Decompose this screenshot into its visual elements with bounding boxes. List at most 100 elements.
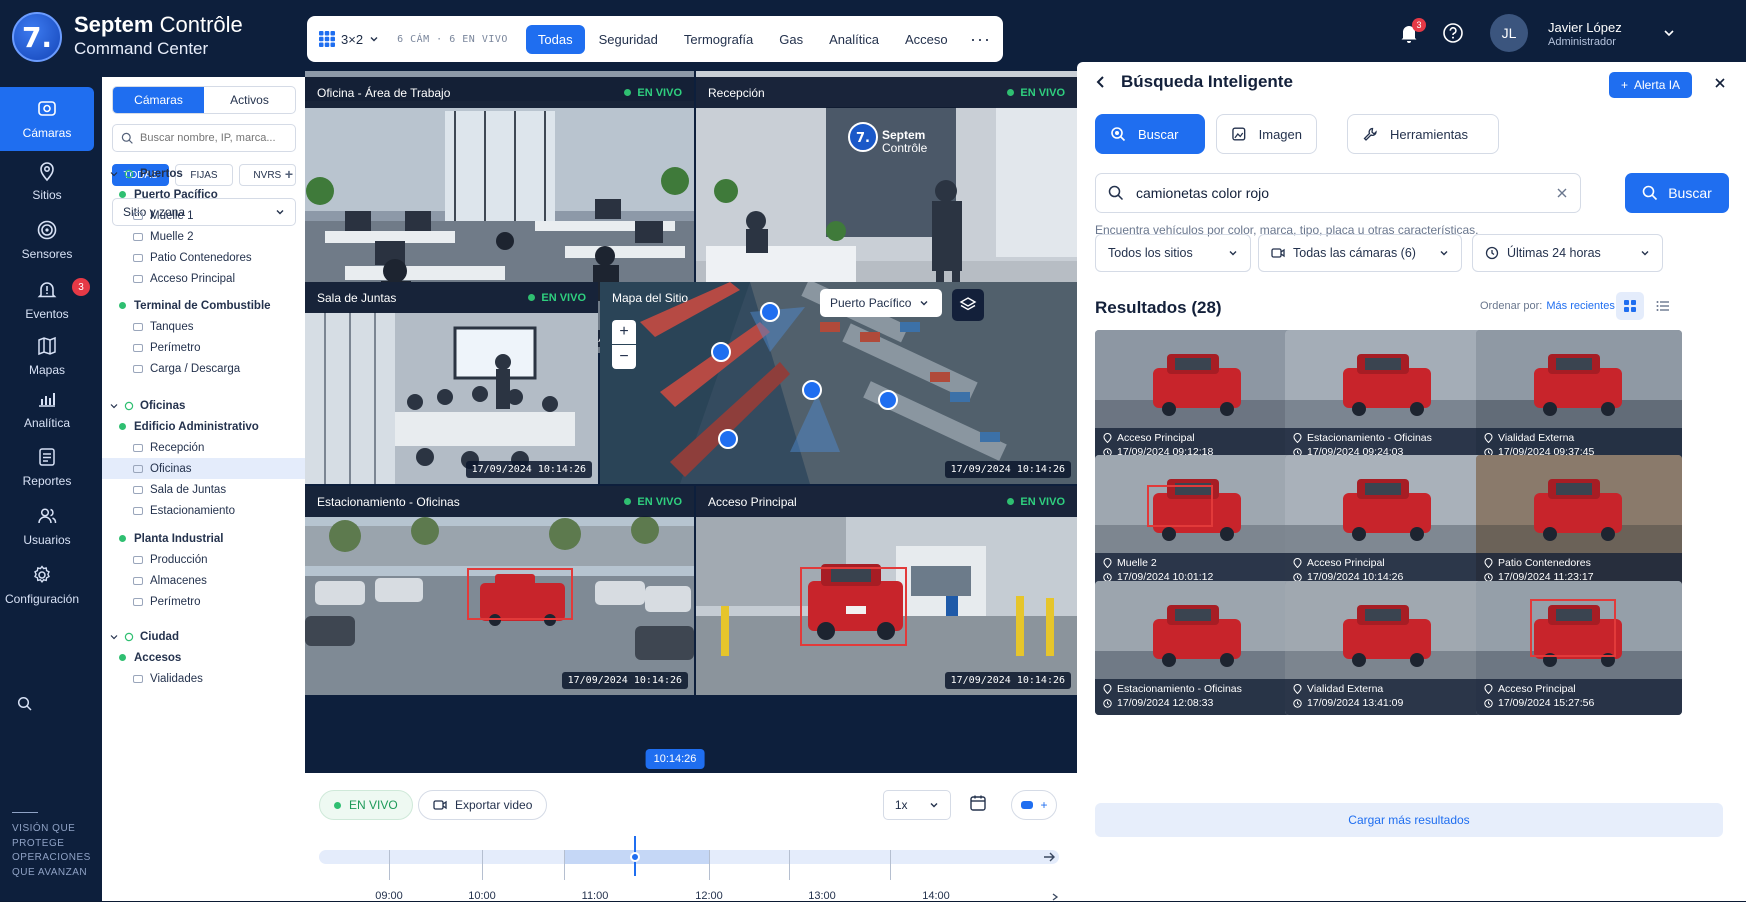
clear-icon[interactable] [1556, 187, 1568, 199]
playback-speed-select[interactable]: 1x [883, 790, 951, 820]
help-button[interactable] [1442, 22, 1464, 44]
search-icon [1108, 185, 1124, 201]
tree-camera[interactable]: Perímetro [102, 337, 305, 358]
search-button[interactable]: Buscar [1625, 173, 1729, 213]
tree-site[interactable]: Planta Industrial [102, 528, 305, 549]
tree-group[interactable]: Puertos + [102, 163, 305, 184]
tab-acceso[interactable]: Acceso [893, 25, 960, 54]
map-camera-marker[interactable] [878, 390, 898, 410]
camera-search-input[interactable] [140, 132, 290, 144]
chevron-down-icon [110, 171, 118, 176]
layers-icon [959, 297, 977, 311]
close-icon[interactable] [1713, 76, 1727, 90]
result-location: Vialidad Externa [1307, 683, 1384, 695]
tab-gas[interactable]: Gas [767, 25, 815, 54]
tree-camera[interactable]: Producción [102, 549, 305, 570]
tab-seguridad[interactable]: Seguridad [587, 25, 670, 54]
nav-camaras[interactable]: Cámaras [0, 87, 94, 151]
back-icon[interactable] [1095, 75, 1107, 89]
tree-site[interactable]: Puerto Pacífico [102, 184, 305, 205]
tab-todas[interactable]: Todas [525, 24, 585, 54]
tab-buscar[interactable]: Buscar [1095, 114, 1205, 154]
result-card[interactable]: Acceso Principal 17/09/2024 15:27:56 [1476, 581, 1682, 715]
camera-filter-select[interactable]: Todas las cámaras (6) [1258, 234, 1462, 272]
map-camera-marker[interactable] [711, 342, 731, 362]
timeline-playhead-knob[interactable] [630, 852, 640, 862]
chevron-down-icon[interactable] [1662, 26, 1676, 40]
load-more-button[interactable]: Cargar más resultados [1095, 803, 1723, 837]
result-card[interactable]: Vialidad Externa 17/09/2024 09:37:45 [1476, 330, 1682, 464]
map-camera-marker[interactable] [718, 429, 738, 449]
result-card[interactable]: Acceso Principal 17/09/2024 09:12:18 [1095, 330, 1301, 464]
time-range-select[interactable]: Últimas 24 horas [1472, 234, 1663, 272]
map-site-select[interactable]: Puerto Pacífico [820, 289, 942, 317]
tab-termografia[interactable]: Termografía [672, 25, 765, 54]
tree-camera[interactable]: Estacionamiento [102, 500, 305, 521]
live-button[interactable]: EN VIVO [319, 790, 413, 820]
tree-site[interactable]: Accesos [102, 647, 305, 668]
notifications-button[interactable]: 3 [1398, 18, 1426, 44]
search-query-input[interactable] [1136, 185, 1544, 201]
tree-camera[interactable]: Muelle 2 [102, 226, 305, 247]
map-layers-button[interactable] [952, 289, 984, 321]
camera-tile-estacionamiento[interactable]: Estacionamiento - Oficinas EN VIVO 17/09/… [305, 486, 694, 695]
sort-control[interactable]: Ordenar por: Más recientes [1480, 300, 1629, 312]
tree-camera[interactable]: Perímetro [102, 591, 305, 612]
map-zoom-out-button[interactable]: − [612, 345, 636, 369]
map-camera-marker[interactable] [802, 380, 822, 400]
map-camera-marker[interactable] [760, 302, 780, 322]
result-card[interactable]: Estacionamiento - Oficinas 17/09/2024 12:… [1095, 581, 1301, 715]
nav-configuracion[interactable]: Configuración [0, 553, 84, 617]
layout-selector[interactable]: 3×2 [319, 31, 379, 47]
result-location: Muelle 2 [1117, 557, 1157, 569]
calendar-icon[interactable] [969, 794, 987, 812]
result-card[interactable]: Patio Contenedores 17/09/2024 11:23:17 [1476, 455, 1682, 589]
tree-camera[interactable]: Almacenes [102, 570, 305, 591]
map-zoom-in-button[interactable]: + [612, 320, 636, 344]
tree-camera[interactable]: Vialidades [102, 668, 305, 689]
tree-camera[interactable]: Muelle 1 [102, 205, 305, 226]
ai-alert-button[interactable]: + Alerta IA [1609, 72, 1693, 98]
tree-group[interactable]: Oficinas [102, 395, 305, 416]
tree-camera[interactable]: Acceso Principal [102, 268, 305, 289]
timeline-options-button[interactable]: + [1011, 790, 1057, 820]
nav-usuarios[interactable]: Usuarios [0, 494, 94, 558]
tab-imagen[interactable]: Imagen [1216, 114, 1317, 154]
tab-analitica[interactable]: Analítica [817, 25, 891, 54]
nav-label: Cámaras [22, 126, 72, 140]
camera-tile-acceso-principal[interactable]: Acceso Principal EN VIVO 17/09/2024 10:14… [696, 486, 1077, 695]
camera-tile-sala-juntas[interactable]: Sala de Juntas EN VIVO 17/09/2024 10:14:2… [305, 282, 598, 484]
toggle-camaras[interactable]: Cámaras [113, 87, 204, 113]
site-map-tile[interactable]: Mapa del Sitio + − Puerto Pacífico 17/09… [600, 282, 1077, 484]
nav-analitica[interactable]: Analítica [0, 377, 94, 441]
nav-eventos[interactable]: Eventos 3 [0, 268, 94, 332]
result-card[interactable]: Muelle 2 17/09/2024 10:01:12 [1095, 455, 1301, 589]
grid-view-button[interactable] [1616, 292, 1644, 320]
tab-herramientas[interactable]: Herramientas [1347, 114, 1499, 154]
tree-camera[interactable]: Oficinas [102, 458, 305, 479]
timeline-track[interactable]: 09:00 10:00 11:00 12:00 13:00 14:00 [319, 836, 1059, 902]
tree-camera[interactable]: Carga / Descarga [102, 358, 305, 379]
site-filter-select[interactable]: Todos los sitios [1095, 234, 1251, 272]
tree-camera[interactable]: Sala de Juntas [102, 479, 305, 500]
nav-sensores[interactable]: Sensores [0, 208, 94, 272]
list-view-button[interactable] [1649, 292, 1677, 320]
more-menu-button[interactable]: ··· [970, 29, 991, 50]
avatar[interactable]: JL [1490, 14, 1528, 52]
location-icon [1484, 558, 1493, 568]
result-card[interactable]: Estacionamiento - Oficinas 17/09/2024 09:… [1285, 330, 1491, 464]
result-card[interactable]: Acceso Principal 17/09/2024 10:14:26 [1285, 455, 1491, 589]
tree-camera[interactable]: Recepción [102, 437, 305, 458]
nav-sitios[interactable]: Sitios [0, 149, 94, 213]
nav-reportes[interactable]: Reportes [0, 435, 94, 499]
tree-site[interactable]: Edificio Administrativo [102, 416, 305, 437]
tree-camera[interactable]: Tanques [102, 316, 305, 337]
search-icon[interactable] [17, 696, 33, 712]
tree-group[interactable]: Ciudad [102, 626, 305, 647]
camera-count: 6 CÁM · 6 EN VIVO [397, 33, 508, 45]
export-video-button[interactable]: Exportar video [418, 790, 548, 820]
tree-site[interactable]: Terminal de Combustible [102, 295, 305, 316]
tree-camera[interactable]: Patio Contenedores [102, 247, 305, 268]
result-card[interactable]: Vialidad Externa 17/09/2024 13:41:09 [1285, 581, 1491, 715]
toggle-activos[interactable]: Activos [204, 87, 295, 113]
